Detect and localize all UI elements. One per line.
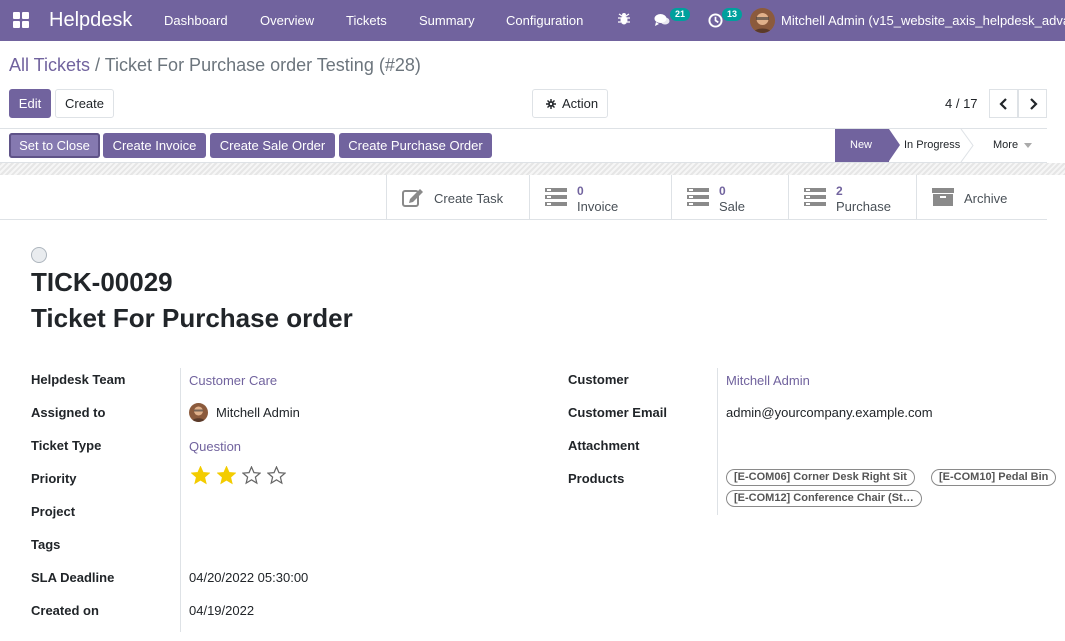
- ticket-type-value[interactable]: Question: [189, 439, 241, 454]
- left-column-divider: [180, 368, 181, 632]
- edit-task-icon: [402, 189, 423, 207]
- user-avatar[interactable]: [750, 8, 775, 33]
- sale-label: Sale: [719, 199, 746, 214]
- assigned-to-label: Assigned to: [31, 405, 106, 420]
- invoice-count: 0: [577, 184, 584, 198]
- helpdesk-team-value[interactable]: Customer Care: [189, 373, 277, 388]
- sla-deadline-value: 04/20/2022 05:30:00: [189, 570, 309, 585]
- pager-previous-button[interactable]: [989, 89, 1018, 118]
- priority-star-1-icon[interactable]: [191, 466, 210, 485]
- customer-value[interactable]: Mitchell Admin: [726, 373, 810, 388]
- menu-tickets[interactable]: Tickets: [346, 13, 387, 28]
- invoice-smart-button[interactable]: 0 Invoice: [529, 175, 671, 219]
- customer-label: Customer: [568, 372, 629, 387]
- create-sale-order-button[interactable]: Create Sale Order: [210, 133, 335, 158]
- priority-star-3-icon[interactable]: [242, 466, 261, 485]
- priority-label: Priority: [31, 471, 77, 486]
- stage-separator: [960, 129, 974, 162]
- created-on-label: Created on: [31, 603, 99, 618]
- attachment-label: Attachment: [568, 438, 640, 453]
- create-task-label: Create Task: [434, 191, 504, 206]
- archive-label: Archive: [964, 191, 1008, 206]
- edit-button[interactable]: Edit: [9, 89, 51, 118]
- stage-new-label: New: [850, 139, 873, 151]
- right-column-divider: [717, 368, 718, 515]
- invoice-list-icon: [545, 188, 567, 206]
- stage-more-label: More: [993, 139, 1019, 151]
- archive-icon: [932, 188, 954, 206]
- activity-clock-icon[interactable]: [708, 13, 723, 28]
- menu-configuration[interactable]: Configuration: [506, 13, 583, 28]
- customer-email-value[interactable]: admin@yourcompany.example.com: [726, 405, 933, 420]
- assignee-avatar: [189, 403, 208, 422]
- breadcrumb-current: Ticket For Purchase order Testing (#28): [104, 55, 421, 75]
- tags-label: Tags: [31, 537, 61, 552]
- project-label: Project: [31, 504, 76, 519]
- priority-star-2-icon[interactable]: [217, 466, 236, 485]
- top-navbar: Helpdesk Dashboard Overview Tickets Summ…: [0, 0, 1065, 41]
- products-label: Products: [568, 471, 625, 486]
- chevron-right-icon: [1030, 98, 1038, 110]
- customer-email-label: Customer Email: [568, 405, 667, 420]
- priority-star-4-icon[interactable]: [267, 466, 286, 485]
- action-button[interactable]: Action: [532, 89, 608, 118]
- product-tag[interactable]: [E-COM10] Pedal Bin: [931, 469, 1057, 486]
- set-to-close-button[interactable]: Set to Close: [9, 133, 100, 158]
- stage-in-progress[interactable]: In Progress: [904, 129, 960, 162]
- create-invoice-button[interactable]: Create Invoice: [103, 133, 206, 158]
- pager-value[interactable]: 4 / 17: [945, 96, 978, 111]
- action-label: Action: [562, 96, 599, 111]
- create-task-smart-button[interactable]: Create Task: [386, 175, 529, 219]
- menu-overview[interactable]: Overview: [260, 13, 314, 28]
- user-name[interactable]: Mitchell Admin (v15_website_axis_helpdes…: [781, 13, 1065, 28]
- created-on-value: 04/19/2022: [189, 603, 255, 618]
- menu-dashboard[interactable]: Dashboard: [164, 13, 228, 28]
- stage-new[interactable]: New: [835, 129, 900, 162]
- chat-count-badge: 21: [670, 8, 691, 21]
- app-brand[interactable]: Helpdesk: [49, 9, 132, 32]
- breadcrumb-all-tickets[interactable]: All Tickets: [9, 55, 90, 75]
- kanban-state-indicator[interactable]: [31, 247, 47, 263]
- stage-more-dropdown[interactable]: More: [993, 129, 1033, 162]
- gear-icon: [546, 99, 556, 109]
- purchase-list-icon: [804, 188, 826, 206]
- breadcrumb-separator: /: [90, 55, 105, 75]
- ticket-number: TICK-00029: [31, 267, 173, 297]
- create-purchase-order-button[interactable]: Create Purchase Order: [339, 133, 492, 158]
- sale-list-icon: [687, 188, 709, 206]
- chat-icon[interactable]: [654, 13, 670, 27]
- chevron-left-icon: [999, 98, 1007, 110]
- apps-menu-icon[interactable]: [13, 12, 29, 28]
- helpdesk-team-label: Helpdesk Team: [31, 372, 126, 387]
- archive-smart-button[interactable]: Archive: [916, 175, 1047, 219]
- purchase-count: 2: [836, 184, 843, 198]
- pager-next-button[interactable]: [1018, 89, 1047, 118]
- breadcrumb: All Tickets / Ticket For Purchase order …: [9, 55, 421, 76]
- bug-icon[interactable]: [617, 12, 631, 26]
- create-button[interactable]: Create: [55, 89, 114, 118]
- activity-count-badge: 13: [722, 8, 743, 21]
- caret-down-icon: [1024, 143, 1033, 148]
- sale-smart-button[interactable]: 0 Sale: [671, 175, 788, 219]
- product-tag[interactable]: [E-COM12] Conference Chair (St…: [726, 490, 922, 507]
- product-tag[interactable]: [E-COM06] Corner Desk Right Sit: [726, 469, 915, 486]
- ticket-type-label: Ticket Type: [31, 438, 102, 453]
- menu-summary[interactable]: Summary: [419, 13, 475, 28]
- purchase-smart-button[interactable]: 2 Purchase: [788, 175, 916, 219]
- ticket-name: Ticket For Purchase order: [31, 303, 353, 333]
- invoice-label: Invoice: [577, 199, 619, 214]
- assigned-to-value[interactable]: Mitchell Admin: [216, 405, 300, 420]
- sla-deadline-label: SLA Deadline: [31, 570, 115, 585]
- sale-count: 0: [719, 184, 726, 198]
- purchase-label: Purchase: [836, 199, 891, 214]
- form-background: [0, 163, 1065, 175]
